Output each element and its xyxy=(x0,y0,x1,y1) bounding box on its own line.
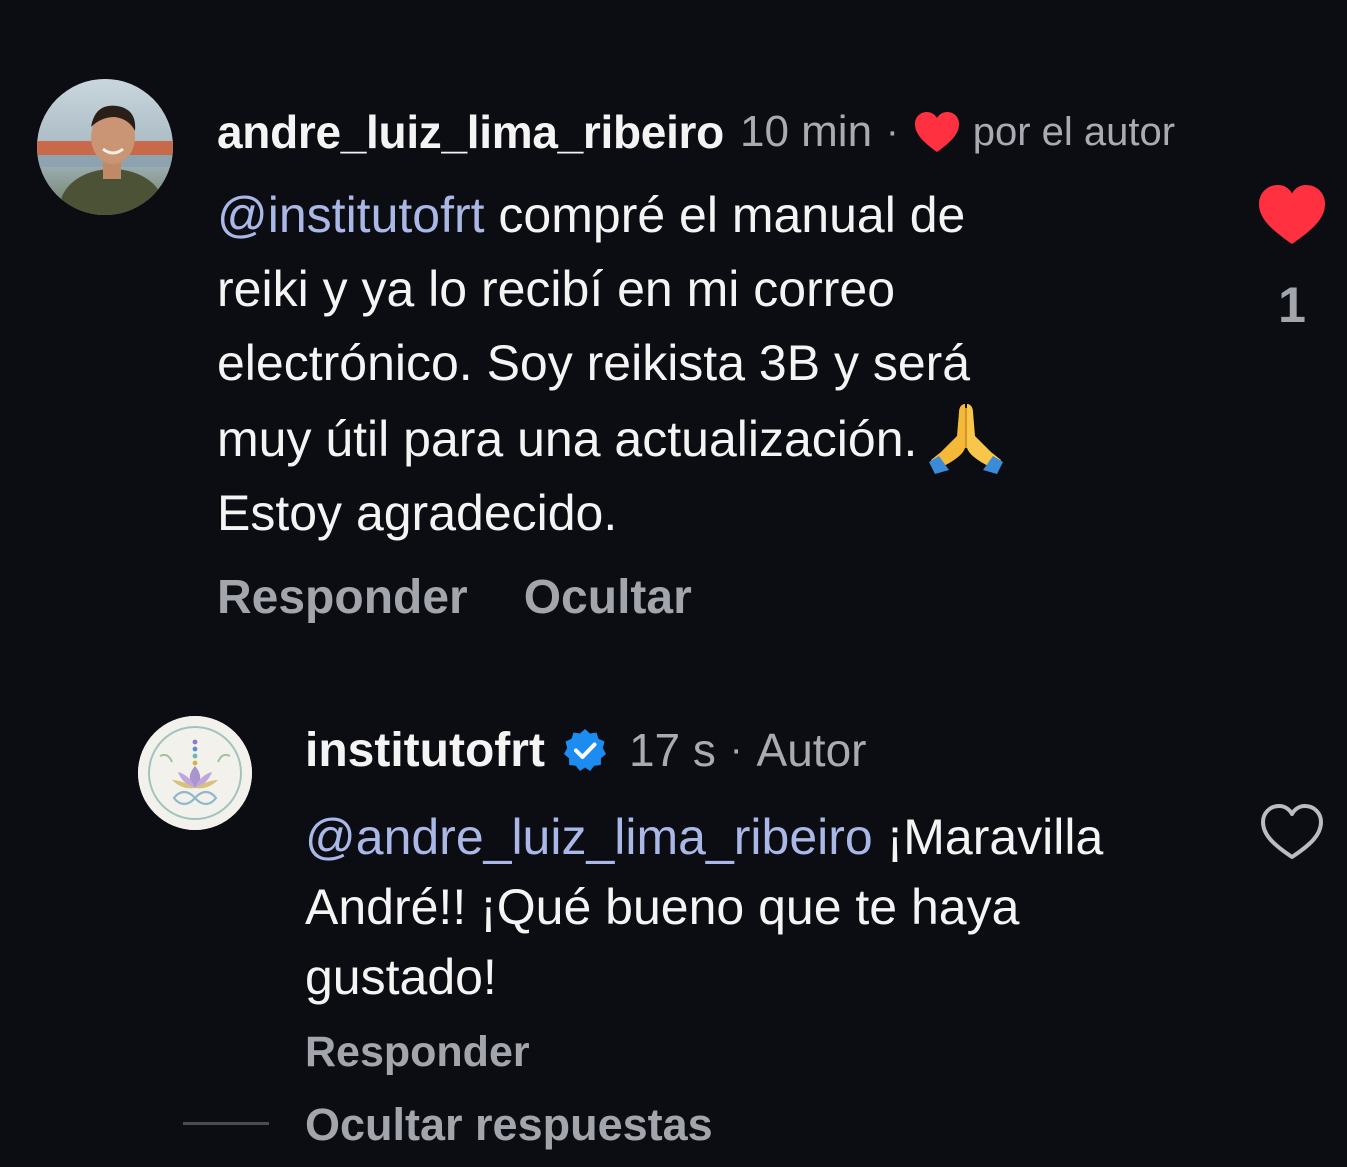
mention-link[interactable]: @andre_luiz_lima_ribeiro xyxy=(305,809,873,865)
reply-actions: Responder xyxy=(305,1028,530,1077)
verified-badge-icon xyxy=(563,729,606,771)
like-count[interactable]: 1 xyxy=(1262,276,1322,334)
comment-text-line: electrónico. Soy reikista 3B y será xyxy=(217,335,971,391)
author-liked-heart-icon xyxy=(914,112,959,152)
comment-text-line: muy útil para una actualización. xyxy=(217,411,918,467)
reply-timestamp: 17 s xyxy=(628,724,716,776)
separator-dot: · xyxy=(729,728,743,771)
comment-text: @institutofrt compré el manual de reiki … xyxy=(217,178,1177,550)
reply-header: institutofrt 17 s · Autor xyxy=(305,720,867,780)
separator-dot: · xyxy=(886,110,899,153)
author-badge: Autor xyxy=(756,724,867,776)
comment-text-line: Estoy agradecido. xyxy=(217,485,618,541)
folded-hands-icon xyxy=(929,404,1004,474)
comment-actions: Responder Ocultar xyxy=(217,570,692,625)
institute-logo-icon xyxy=(138,716,252,830)
like-heart-outline-icon[interactable] xyxy=(1260,803,1324,861)
comment-text-line: reiki y ya lo recibí en mi correo xyxy=(217,261,896,317)
comment-header: andre_luiz_lima_ribeiro 10 min · por el … xyxy=(217,102,1175,162)
mention-link[interactable]: @institutofrt xyxy=(217,187,485,243)
reply-button[interactable]: Responder xyxy=(305,1028,530,1076)
reply-button[interactable]: Responder xyxy=(217,570,468,625)
comment-username[interactable]: andre_luiz_lima_ribeiro xyxy=(217,105,724,159)
reply-text: @andre_luiz_lima_ribeiro ¡Maravilla Andr… xyxy=(305,802,1225,1012)
avatar[interactable] xyxy=(37,79,173,215)
comment-timestamp: 10 min xyxy=(739,107,873,156)
hide-button[interactable]: Ocultar xyxy=(524,570,692,625)
profile-photo xyxy=(37,79,173,215)
reply-username[interactable]: institutofrt xyxy=(305,723,545,778)
comment-text-line: compré el manual de xyxy=(498,187,966,243)
thread-divider xyxy=(183,1122,269,1125)
hide-replies-button[interactable]: Ocultar respuestas xyxy=(305,1099,713,1151)
like-heart-filled-icon[interactable] xyxy=(1257,183,1327,247)
reply-text-line: gustado! xyxy=(305,949,497,1005)
reply-avatar[interactable] xyxy=(138,716,252,830)
liked-by-author-label: por el autor xyxy=(972,109,1176,154)
reply-text-line: André!! ¡Qué bueno que te haya xyxy=(305,879,1020,935)
reply-text-line: ¡Maravilla xyxy=(886,809,1104,865)
